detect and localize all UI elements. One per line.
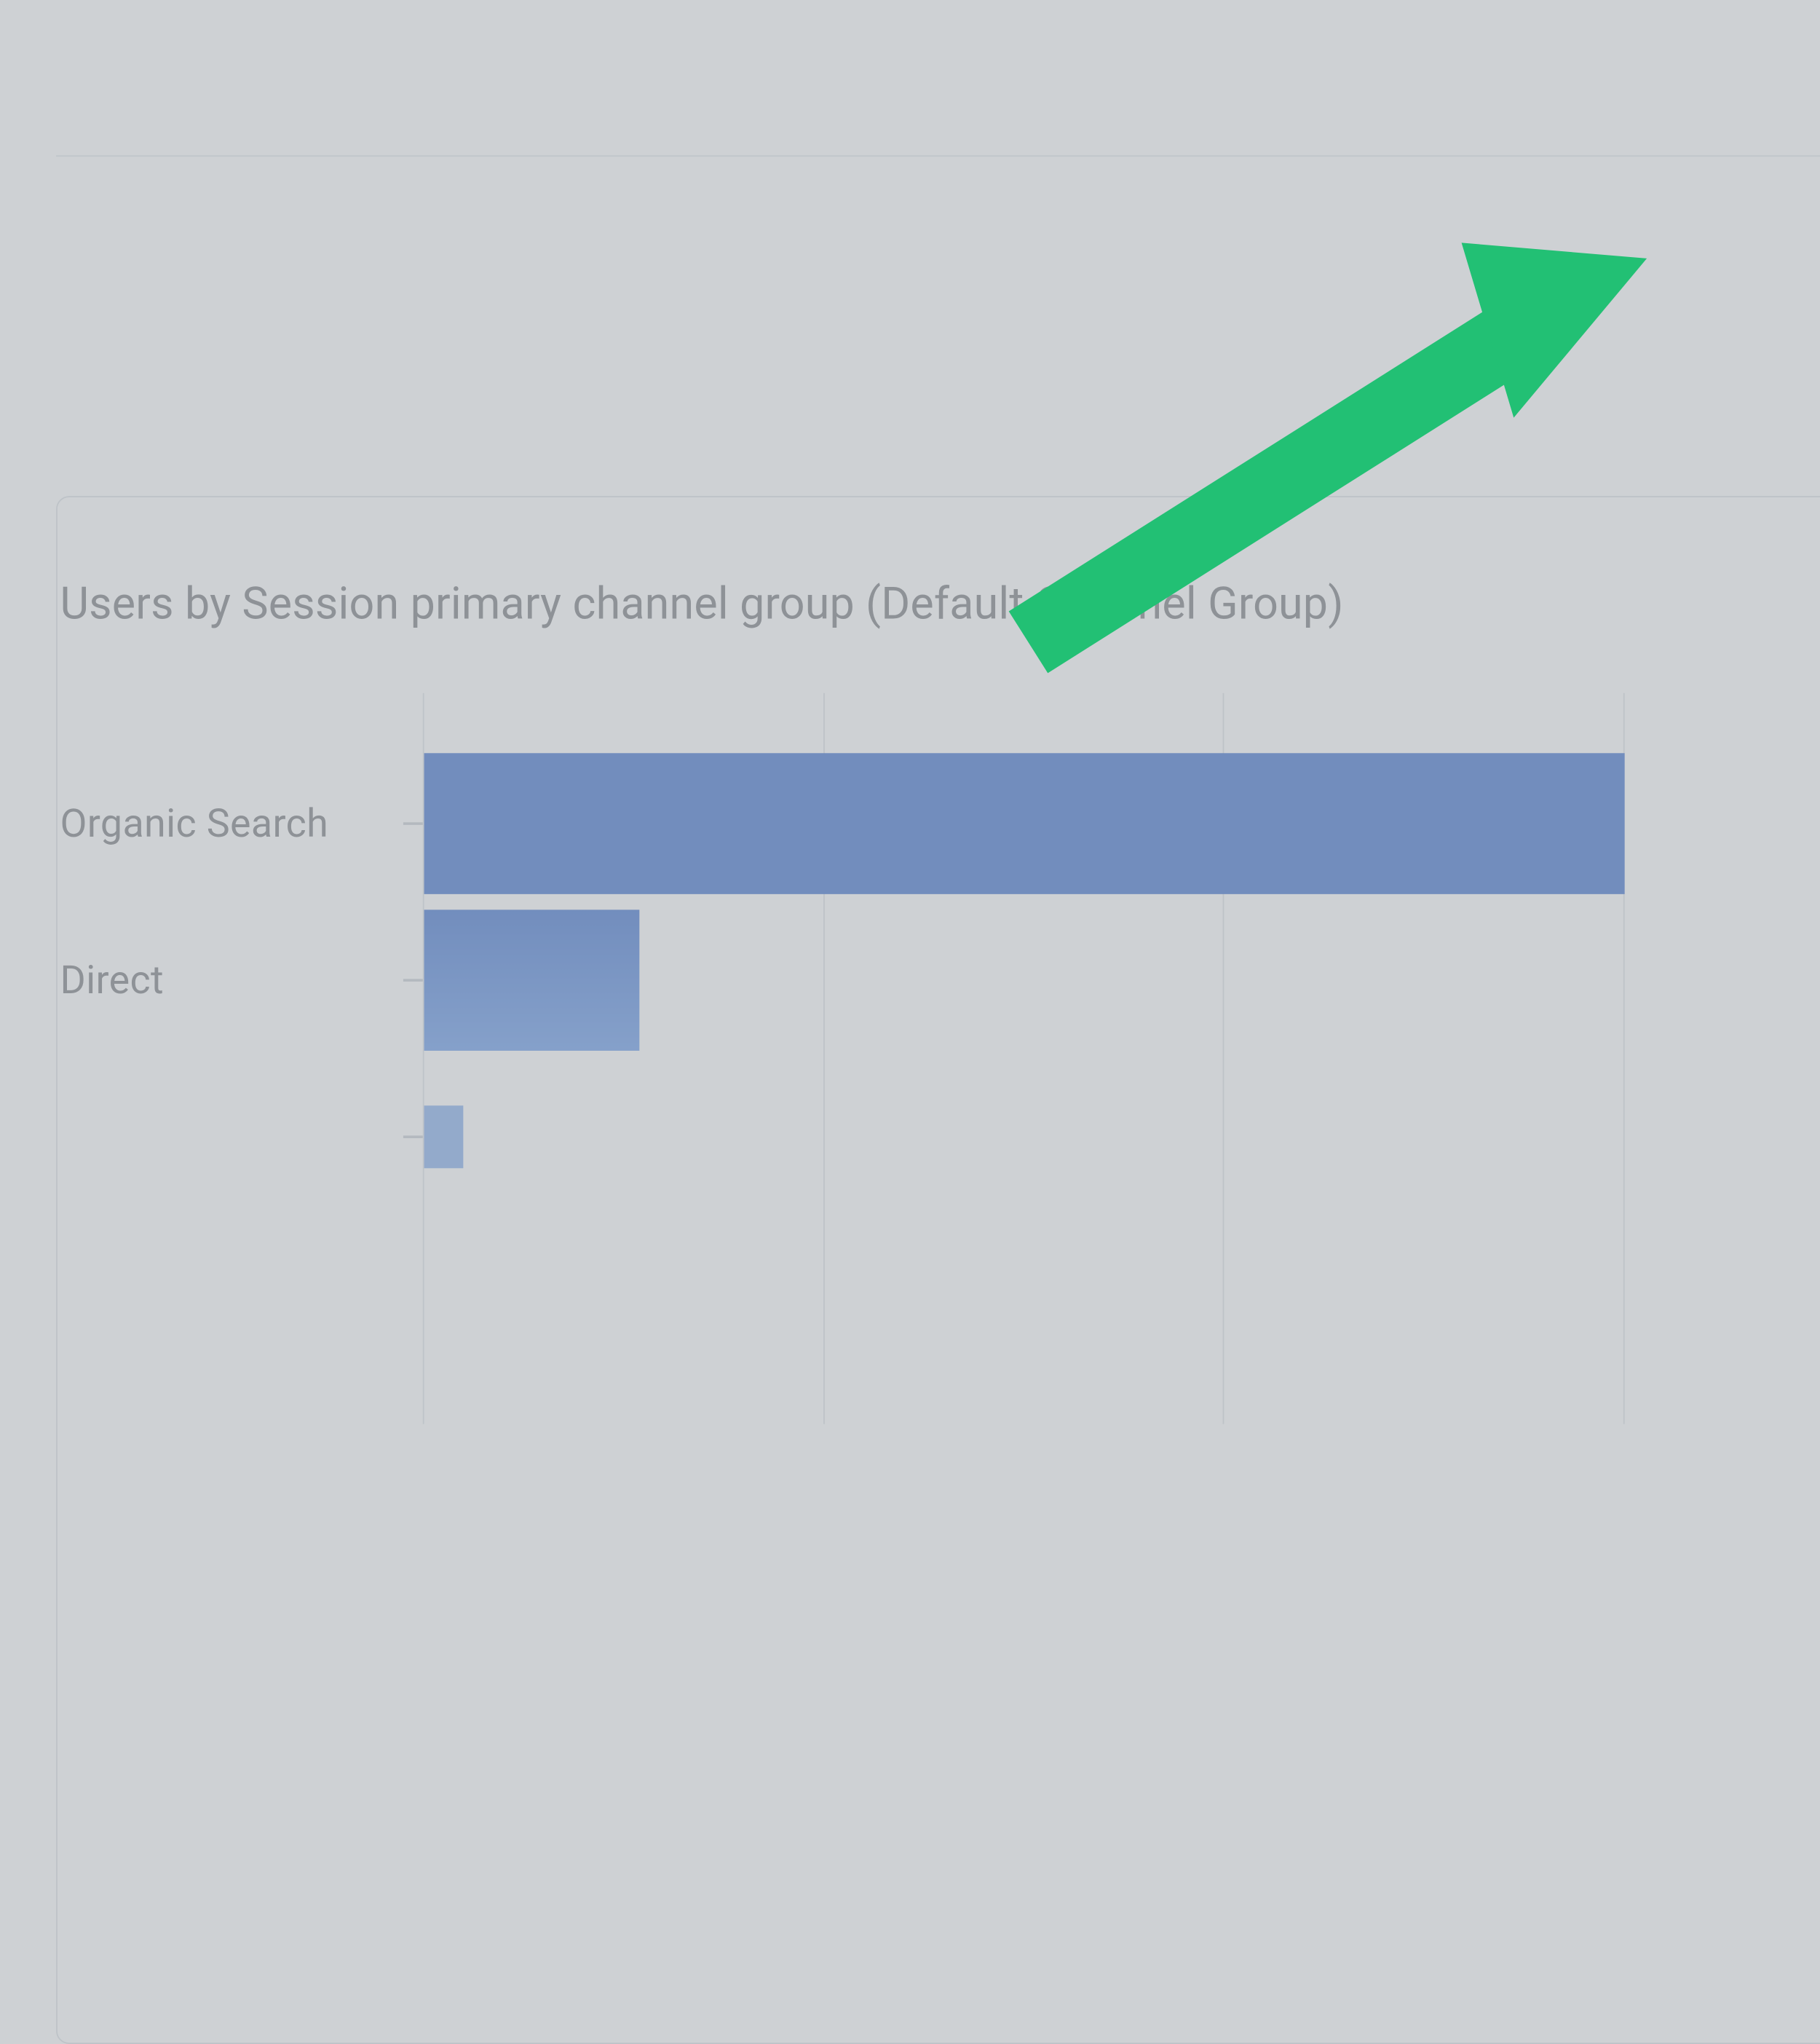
- bar-segment[interactable]: [424, 909, 640, 1051]
- bar-label: Organic Search: [58, 801, 403, 847]
- bar-row-direct: Direct: [58, 902, 1820, 1059]
- axis-tick: [403, 1135, 423, 1138]
- bar-row-organic-search: Organic Search: [58, 746, 1820, 902]
- date-range-bar: Last 28 days Jan 30 - Feb 26, 2024: [56, 0, 1820, 157]
- chart-title: Users by Session primary channel group (…: [58, 497, 1820, 631]
- axis-tick: [403, 822, 423, 825]
- bar-label: Direct: [58, 958, 403, 1003]
- chart-area: Organic Search Direct: [58, 693, 1820, 1424]
- bar-segment[interactable]: [424, 753, 1625, 894]
- bar-row-extra: [58, 1059, 1820, 1215]
- chart-card: Users by Session primary channel group (…: [56, 496, 1820, 2044]
- axis-tick: [403, 979, 423, 982]
- bar-segment[interactable]: [424, 1105, 464, 1168]
